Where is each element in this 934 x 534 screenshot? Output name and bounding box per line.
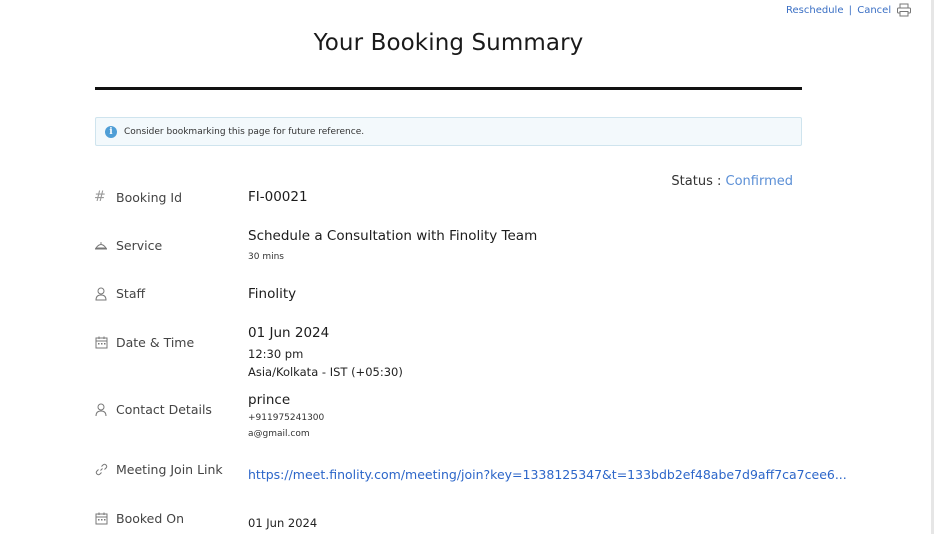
booking-status: Status : Confirmed	[671, 174, 793, 189]
info-icon: i	[105, 125, 117, 138]
bookmark-notice: i Consider bookmarking this page for fut…	[95, 117, 802, 146]
status-label: Status :	[671, 174, 722, 189]
title-divider	[95, 87, 802, 90]
booked-on-label: Booked On	[116, 511, 185, 526]
calendar-icon	[94, 336, 108, 350]
booking-id-label: Booking Id	[116, 189, 183, 205]
booking-timezone: Asia/Kolkata - IST (+05:30)	[248, 365, 403, 379]
staff-label: Staff	[116, 286, 146, 301]
booking-time: 12:30 pm	[248, 347, 304, 361]
contact-name: prince	[248, 392, 291, 408]
meeting-label-row: Meeting Join Link	[94, 462, 223, 477]
staff-icon	[94, 287, 108, 301]
status-value: Confirmed	[725, 174, 794, 189]
service-name: Schedule a Consultation with Finolity Te…	[248, 228, 538, 244]
notice-text: Consider bookmarking this page for futur…	[124, 126, 365, 137]
user-icon	[94, 403, 108, 417]
service-duration: 30 mins	[248, 252, 284, 262]
service-label: Service	[116, 238, 163, 253]
staff-value: Finolity	[248, 286, 297, 302]
booking-date: 01 Jun 2024	[248, 325, 330, 341]
service-label-row: Service	[94, 238, 162, 253]
booking-id-value: FI-00021	[248, 189, 308, 205]
calendar-icon	[94, 512, 108, 526]
link-icon	[94, 463, 108, 477]
service-icon	[94, 239, 108, 253]
contact-label: Contact Details	[116, 402, 212, 417]
datetime-label: Date & Time	[116, 335, 195, 350]
datetime-label-row: Date & Time	[94, 335, 194, 350]
contact-phone: +911975241300	[248, 413, 325, 423]
page-title: Your Booking Summary	[313, 30, 584, 56]
contact-label-row: Contact Details	[94, 402, 212, 417]
staff-label-row: Staff	[94, 286, 145, 301]
booked-on-label-row: Booked On	[94, 511, 184, 526]
meeting-label: Meeting Join Link	[116, 462, 223, 477]
booked-on-value: 01 Jun 2024	[248, 516, 318, 530]
contact-email: a@gmail.com	[248, 429, 310, 439]
meeting-join-link[interactable]: https://meet.finolity.com/meeting/join?k…	[248, 467, 847, 482]
reschedule-link[interactable]: Reschedule	[786, 5, 843, 16]
cancel-link[interactable]: Cancel	[857, 5, 891, 16]
booking-id-label-row: # Booking Id	[94, 189, 182, 205]
header-actions: Reschedule | Cancel	[786, 5, 891, 16]
action-separator: |	[848, 5, 853, 16]
print-icon[interactable]	[896, 3, 912, 17]
hash-icon: #	[94, 189, 106, 205]
